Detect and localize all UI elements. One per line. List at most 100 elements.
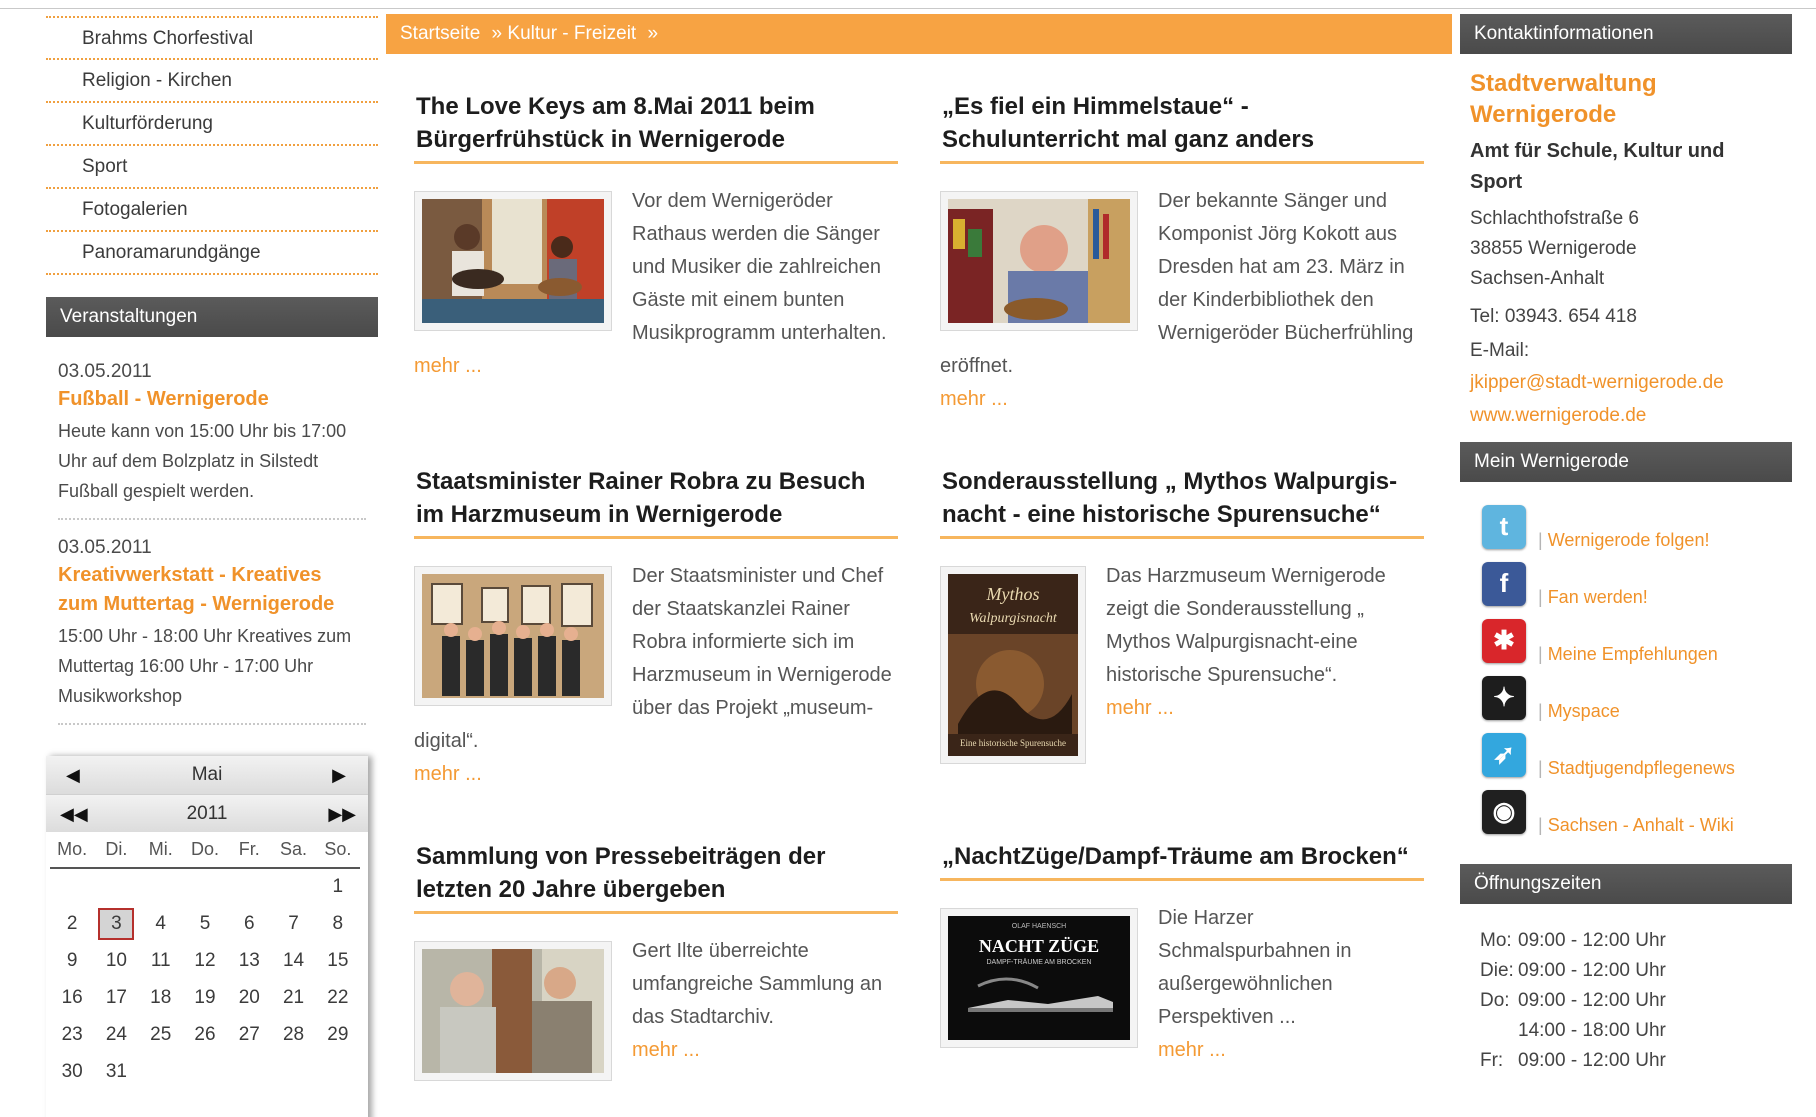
calendar-day[interactable]: 11 — [139, 942, 183, 979]
calendar-day[interactable]: 17 — [94, 979, 138, 1016]
calendar-day-number: 23 — [61, 1023, 83, 1045]
read-more-link[interactable]: mehr ... — [414, 758, 898, 791]
calendar-day[interactable]: 31 — [94, 1053, 138, 1090]
calendar-day[interactable]: 10 — [94, 942, 138, 979]
calendar-day[interactable]: 21 — [271, 979, 315, 1016]
nav-item-religion-kirchen[interactable]: Religion - Kirchen — [46, 60, 378, 103]
calendar-day[interactable]: 16 — [50, 979, 94, 1016]
nav-item-kulturfoerderung[interactable]: Kulturförderung — [46, 103, 378, 146]
next-year-icon[interactable]: ▶▶ — [328, 795, 356, 833]
article-love-keys: The Love Keys am 8.Mai 2011 beim Bürgerf… — [414, 90, 898, 383]
calendar-day[interactable]: 26 — [183, 1016, 227, 1053]
right-column: Kontaktinformationen Stadtverwaltung Wer… — [1460, 14, 1792, 1076]
wiki-icon: ◉ — [1482, 789, 1526, 834]
calendar-day[interactable]: 8 — [316, 905, 360, 942]
social-link-label: Sachsen - Anhalt - Wiki — [1538, 815, 1734, 836]
calendar-day[interactable]: 5 — [183, 905, 227, 942]
social-header: Mein Wernigerode — [1460, 442, 1792, 482]
calendar-day[interactable]: 9 — [50, 942, 94, 979]
weekday-header: Mo. — [50, 832, 95, 869]
social-link-label: Fan werden! — [1538, 587, 1648, 608]
article-title[interactable]: Sammlung von Pressebeiträgen der letzten… — [414, 840, 898, 914]
calendar-day-number: 6 — [243, 912, 255, 934]
social-link[interactable]: ➶ Stadtjugendpflegenews — [1482, 730, 1792, 787]
calendar-day[interactable]: 15 — [316, 942, 360, 979]
breadcrumb-kultur-link[interactable]: » Kultur - Freizeit — [492, 23, 637, 44]
calendar-day[interactable]: 4 — [139, 905, 183, 942]
contact-web-link[interactable]: www.wernigerode.de — [1470, 399, 1782, 432]
nav-item-sport[interactable]: Sport — [46, 146, 378, 189]
nav-item-panoramarundgaenge[interactable]: Panoramarundgänge — [46, 232, 378, 275]
social-link-label: Meine Empfehlungen — [1538, 644, 1718, 665]
event-date: 03.05.2011 — [58, 361, 152, 382]
calendar-day[interactable]: 19 — [183, 979, 227, 1016]
calendar-day[interactable]: 12 — [183, 942, 227, 979]
calendar-month-nav: ◀ Mai ▶ — [46, 756, 368, 794]
social-link[interactable]: ✦ Myspace — [1482, 673, 1792, 730]
calendar-day[interactable]: 20 — [227, 979, 271, 1016]
nav-item-fotogalerien[interactable]: Fotogalerien — [46, 189, 378, 232]
article-image[interactable]: Mythos Walpurgisnacht Eine historische S… — [940, 566, 1086, 764]
calendar-day[interactable]: 24 — [94, 1016, 138, 1053]
article-title[interactable]: „Es fiel ein Himmelstaue“ - Schulunterri… — [940, 90, 1424, 164]
opening-time: 09:00 - 12:00 Uhr — [1518, 960, 1666, 981]
calendar-day[interactable]: 1 — [316, 868, 360, 905]
article-title[interactable]: Staatsminister Rainer Robra zu Besuch im… — [414, 465, 898, 539]
article-title[interactable]: „NachtZüge/Dampf-Träume am Brocken“ — [940, 840, 1424, 881]
social-link[interactable]: ✱ Meine Empfehlungen — [1482, 616, 1792, 673]
poster-title-line1: Mythos — [986, 584, 1040, 604]
read-more-link[interactable]: mehr ... — [940, 383, 1424, 416]
calendar-empty-cell — [316, 1053, 360, 1090]
cover-subtitle: DAMPF-TRÄUME AM BROCKEN — [986, 958, 1091, 966]
event-title-link[interactable]: Kreativwerkstatt - Kreatives zum Muttert… — [58, 561, 366, 619]
calendar-day-number: 2 — [66, 912, 78, 934]
social-link[interactable]: ◉ Sachsen - Anhalt - Wiki — [1482, 787, 1792, 844]
calendar-day-number: 29 — [327, 1023, 349, 1045]
calendar-day[interactable]: 13 — [227, 942, 271, 979]
calendar-year: 2011 — [186, 803, 228, 824]
opening-day: Do: — [1480, 990, 1510, 1011]
calendar-day[interactable]: 2 — [50, 905, 94, 942]
calendar-day[interactable]: 29 — [316, 1016, 360, 1053]
social-link[interactable]: f Fan werden! — [1482, 559, 1792, 616]
calendar-day[interactable]: 27 — [227, 1016, 271, 1053]
calendar-day-number: 17 — [105, 986, 127, 1008]
contact-email-label: E-Mail: — [1470, 340, 1530, 361]
calendar-day[interactable]: 6 — [227, 905, 271, 942]
calendar-day[interactable]: 3 — [94, 905, 138, 942]
article-image[interactable] — [940, 191, 1138, 331]
article-teaser: Die Harzer Schmalspurbahnen in außergewö… — [1158, 907, 1352, 1028]
calendar-day-number: 9 — [66, 949, 78, 971]
article-image[interactable] — [414, 566, 612, 706]
article-image[interactable]: OLAF HAENSCH NACHT ZÜGE DAMPF-TRÄUME AM … — [940, 908, 1138, 1048]
social-link[interactable]: t Wernigerode folgen! — [1482, 502, 1792, 559]
event-title-link[interactable]: Fußball - Wernigerode — [58, 385, 366, 414]
calendar-day[interactable]: 23 — [50, 1016, 94, 1053]
nav-item-brahms-chorfestival[interactable]: Brahms Chorfestival — [46, 16, 378, 60]
calendar-day[interactable]: 30 — [50, 1053, 94, 1090]
weekday-header: Do. — [182, 832, 228, 869]
opening-hours-row: 14:00 - 18:00 Uhr — [1480, 1016, 1792, 1046]
left-column: Brahms Chorfestival Religion - Kirchen K… — [46, 16, 378, 1117]
calendar-day[interactable]: 7 — [271, 905, 315, 942]
calendar-day[interactable]: 22 — [316, 979, 360, 1016]
calendar-week: 23 24 25 26 27 28 29 — [50, 1016, 360, 1053]
calendar-day[interactable]: 14 — [271, 942, 315, 979]
calendar-day[interactable]: 18 — [139, 979, 183, 1016]
calendar-day[interactable]: 28 — [271, 1016, 315, 1053]
read-more-link[interactable]: mehr ... — [414, 350, 898, 383]
article-title[interactable]: The Love Keys am 8.Mai 2011 beim Bürgerf… — [414, 90, 898, 164]
top-rule — [0, 8, 1816, 9]
social-link-label: Stadtjugendpflegenews — [1538, 758, 1735, 779]
calendar-day[interactable]: 25 — [139, 1016, 183, 1053]
calendar-day-number: 20 — [238, 986, 260, 1008]
next-month-icon[interactable]: ▶ — [332, 756, 346, 794]
calendar-empty-cell — [271, 1053, 315, 1090]
article-image[interactable] — [414, 191, 612, 331]
singer-photo-icon — [948, 199, 1130, 323]
calendar-empty-cell — [50, 868, 94, 905]
breadcrumb-home-link[interactable]: Startseite — [400, 23, 480, 44]
article-title[interactable]: Sonderausstellung „ Mythos Walpurgis-nac… — [940, 465, 1424, 539]
contact-email-link[interactable]: jkipper@stadt-wernigerode.de — [1470, 366, 1782, 399]
article-image[interactable] — [414, 941, 612, 1081]
